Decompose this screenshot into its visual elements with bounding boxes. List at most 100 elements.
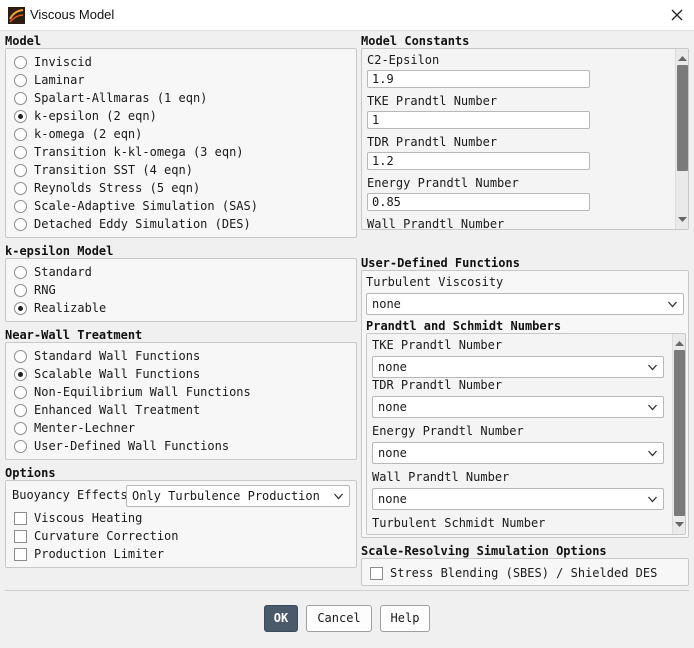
production-limiter-checkbox-row[interactable]: Production Limiter	[14, 545, 164, 563]
options-section-title: Options	[5, 466, 56, 480]
udf-tdr-prandtl-dropdown[interactable]: none	[372, 396, 664, 418]
udf-wall-prandtl-dropdown[interactable]: none	[372, 488, 664, 510]
ok-button[interactable]: OK	[264, 605, 298, 632]
model-option-sas[interactable]: Scale-Adaptive Simulation (SAS)	[14, 197, 258, 215]
tdr-prandtl-input[interactable]: 1.2	[367, 152, 590, 170]
radio-button[interactable]	[14, 439, 27, 453]
constants-scroll-thumb[interactable]	[677, 65, 688, 171]
model-option-transition-sst[interactable]: Transition SST (4 eqn)	[14, 161, 193, 179]
model-section-title: Model	[5, 34, 42, 48]
chevron-down-icon	[648, 404, 657, 411]
udf-section-title: User-Defined Functions	[361, 256, 520, 270]
checkbox[interactable]	[14, 511, 27, 525]
radio-button[interactable]	[14, 181, 27, 195]
radio-button[interactable]	[14, 385, 27, 399]
chevron-down-icon	[648, 450, 657, 457]
constant-label-tke-prandtl: TKE Prandtl Number	[367, 94, 498, 108]
scroll-up-icon[interactable]	[675, 340, 684, 347]
buoyancy-value: Only Turbulence Production	[132, 489, 320, 503]
scroll-down-icon[interactable]	[678, 216, 687, 223]
ke-option-rng[interactable]: RNG	[14, 281, 56, 299]
radio-button[interactable]	[14, 145, 27, 159]
radio-button-selected[interactable]	[14, 367, 27, 381]
turbulent-viscosity-label: Turbulent Viscosity	[366, 275, 504, 289]
udf-wall-prandtl-value: none	[378, 492, 407, 506]
prandtl-scroll-thumb[interactable]	[674, 350, 685, 516]
model-option-inviscid[interactable]: Inviscid	[14, 53, 92, 71]
wall-option-standard[interactable]: Standard Wall Functions	[14, 347, 200, 365]
wall-option-user-defined[interactable]: User-Defined Wall Functions	[14, 437, 229, 455]
ke-option-realizable[interactable]: Realizable	[14, 299, 106, 317]
udf-tke-prandtl-dropdown[interactable]: none	[372, 356, 664, 378]
model-option-des[interactable]: Detached Eddy Simulation (DES)	[14, 215, 251, 233]
prandtl-scrollbar[interactable]	[672, 334, 685, 534]
radio-button[interactable]	[14, 91, 27, 105]
scroll-down-icon[interactable]	[675, 521, 684, 528]
constants-scrollbar[interactable]	[675, 49, 688, 229]
radio-button[interactable]	[14, 217, 27, 231]
prandtl-schmidt-title: Prandtl and Schmidt Numbers	[366, 319, 562, 333]
model-option-k-omega[interactable]: k-omega (2 eqn)	[14, 125, 142, 143]
radio-button-selected[interactable]	[14, 301, 27, 315]
model-option-reynolds-stress[interactable]: Reynolds Stress (5 eqn)	[14, 179, 200, 197]
wall-option-menter-lechner[interactable]: Menter-Lechner	[14, 419, 135, 437]
chevron-down-icon	[668, 301, 677, 308]
radio-button[interactable]	[14, 163, 27, 177]
close-icon[interactable]	[668, 6, 686, 24]
chevron-down-icon	[648, 496, 657, 503]
checkbox[interactable]	[14, 547, 27, 561]
help-button[interactable]: Help	[380, 605, 430, 632]
radio-button[interactable]	[14, 199, 27, 213]
turbulent-viscosity-value: none	[372, 297, 401, 311]
checkbox[interactable]	[370, 566, 383, 580]
radio-button[interactable]	[14, 55, 27, 69]
footer-divider	[5, 590, 689, 591]
udf-energy-prandtl-dropdown[interactable]: none	[372, 442, 664, 464]
turbulent-viscosity-dropdown[interactable]: none	[366, 293, 684, 315]
udf-label-tke-prandtl: TKE Prandtl Number	[372, 338, 503, 352]
constant-label-wall-prandtl: Wall Prandtl Number	[367, 217, 505, 229]
constants-group: C2-Epsilon 1.9 TKE Prandtl Number 1 TDR …	[361, 48, 689, 230]
wall-option-enhanced[interactable]: Enhanced Wall Treatment	[14, 401, 200, 419]
tke-prandtl-input[interactable]: 1	[367, 111, 590, 129]
radio-button[interactable]	[14, 403, 27, 417]
model-option-laminar[interactable]: Laminar	[14, 71, 85, 89]
chevron-down-icon	[334, 493, 343, 500]
ke-model-section-title: k-epsilon Model	[5, 244, 114, 258]
checkbox[interactable]	[14, 529, 27, 543]
radio-button[interactable]	[14, 127, 27, 141]
scroll-up-icon[interactable]	[678, 55, 687, 62]
title-bar: Viscous Model	[0, 0, 694, 31]
radio-button[interactable]	[14, 265, 27, 279]
options-group: Buoyancy Effects Only Turbulence Product…	[5, 480, 357, 568]
prandtl-scroll-area: TKE Prandtl Number none TDR Prandtl Numb…	[367, 334, 671, 534]
cancel-button[interactable]: Cancel	[306, 605, 372, 632]
constant-label-energy-prandtl: Energy Prandtl Number	[367, 176, 519, 190]
constant-label-c2-epsilon: C2-Epsilon	[367, 53, 440, 67]
ke-option-standard[interactable]: Standard	[14, 263, 92, 281]
radio-button[interactable]	[14, 73, 27, 87]
window-title: Viscous Model	[30, 7, 115, 22]
model-option-spalart-allmaras[interactable]: Spalart-Allmaras (1 eqn)	[14, 89, 207, 107]
near-wall-group: Standard Wall Functions Scalable Wall Fu…	[5, 342, 357, 460]
c2-epsilon-input[interactable]: 1.9	[367, 70, 590, 88]
model-option-k-epsilon[interactable]: k-epsilon (2 eqn)	[14, 107, 157, 125]
radio-button[interactable]	[14, 421, 27, 435]
buoyancy-dropdown[interactable]: Only Turbulence Production	[126, 485, 350, 507]
chevron-down-icon	[648, 364, 657, 371]
radio-button-selected[interactable]	[14, 109, 27, 123]
radio-button[interactable]	[14, 349, 27, 363]
energy-prandtl-input[interactable]: 0.85	[367, 193, 590, 211]
model-group: Inviscid Laminar Spalart-Allmaras (1 eqn…	[5, 48, 357, 238]
wall-option-scalable[interactable]: Scalable Wall Functions	[14, 365, 200, 383]
constants-scroll-area: C2-Epsilon 1.9 TKE Prandtl Number 1 TDR …	[362, 49, 674, 229]
model-option-transition-k-kl-omega[interactable]: Transition k-kl-omega (3 eqn)	[14, 143, 244, 161]
viscous-heating-checkbox-row[interactable]: Viscous Heating	[14, 509, 142, 527]
wall-option-non-equilibrium[interactable]: Non-Equilibrium Wall Functions	[14, 383, 251, 401]
fluent-app-icon	[8, 7, 25, 24]
curvature-correction-checkbox-row[interactable]: Curvature Correction	[14, 527, 179, 545]
udf-energy-prandtl-value: none	[378, 446, 407, 460]
stress-blending-checkbox-row[interactable]: Stress Blending (SBES) / Shielded DES	[370, 564, 657, 582]
radio-button[interactable]	[14, 283, 27, 297]
udf-group: Turbulent Viscosity none Prandtl and Sch…	[361, 270, 689, 538]
